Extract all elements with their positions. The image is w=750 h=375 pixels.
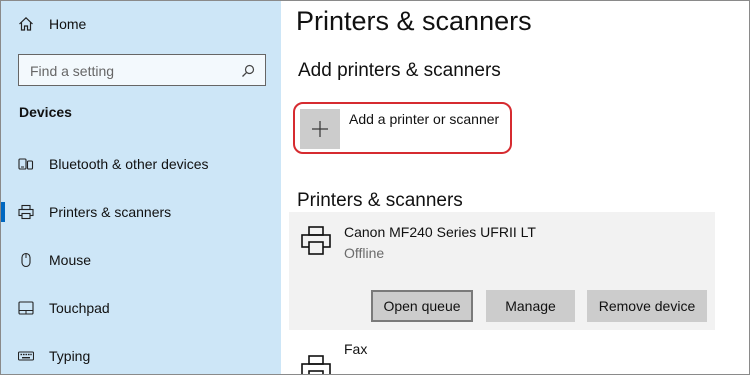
printer-status: Offline bbox=[344, 245, 385, 261]
printer-icon bbox=[18, 204, 34, 220]
sidebar-item-label: Printers & scanners bbox=[49, 204, 172, 220]
sidebar-item-home[interactable]: Home bbox=[1, 4, 281, 44]
printer-icon bbox=[299, 353, 333, 374]
printer-name: Fax bbox=[344, 341, 368, 357]
keyboard-icon bbox=[17, 348, 35, 364]
sidebar-item-label: Home bbox=[49, 16, 87, 32]
add-section-title: Add printers & scanners bbox=[298, 60, 501, 81]
printers-list-title: Printers & scanners bbox=[297, 190, 463, 211]
manage-button[interactable]: Manage bbox=[486, 290, 575, 322]
main-content: Printers & scanners Add printers & scann… bbox=[281, 1, 749, 374]
sidebar-item-printers[interactable]: Printers & scanners bbox=[1, 192, 281, 232]
mouse-icon bbox=[18, 252, 34, 268]
sidebar-item-bluetooth[interactable]: Bluetooth & other devices bbox=[1, 144, 281, 184]
add-tile bbox=[300, 109, 340, 149]
sidebar-item-label: Bluetooth & other devices bbox=[49, 156, 209, 172]
printer-item-fax[interactable]: Fax bbox=[289, 341, 715, 374]
sidebar-item-touchpad[interactable]: Touchpad bbox=[1, 288, 281, 328]
touchpad-icon bbox=[18, 300, 34, 316]
printer-item-canon[interactable]: Canon MF240 Series UFRII LT Offline Open… bbox=[289, 212, 715, 330]
sidebar-item-label: Mouse bbox=[49, 252, 92, 268]
remove-device-button[interactable]: Remove device bbox=[587, 290, 707, 322]
search-icon bbox=[241, 64, 255, 78]
sidebar-item-label: Typing bbox=[49, 348, 91, 364]
add-printer-button[interactable]: Add a printer or scanner bbox=[293, 102, 512, 154]
sidebar: Home Find a setting Devices Bluetooth & … bbox=[1, 1, 281, 374]
settings-window: Home Find a setting Devices Bluetooth & … bbox=[0, 0, 750, 375]
plus-icon bbox=[312, 121, 328, 137]
add-printer-label: Add a printer or scanner bbox=[349, 111, 500, 127]
bluetooth-devices-icon bbox=[18, 156, 34, 172]
section-label-devices: Devices bbox=[19, 104, 72, 120]
open-queue-button[interactable]: Open queue bbox=[371, 290, 473, 322]
home-icon bbox=[18, 16, 34, 32]
sidebar-item-typing[interactable]: Typing bbox=[1, 336, 281, 374]
printer-icon bbox=[299, 224, 333, 258]
printer-name: Canon MF240 Series UFRII LT bbox=[344, 224, 536, 240]
sidebar-item-label: Touchpad bbox=[49, 300, 110, 316]
sidebar-item-mouse[interactable]: Mouse bbox=[1, 240, 281, 280]
search-input[interactable]: Find a setting bbox=[18, 54, 266, 86]
search-placeholder: Find a setting bbox=[30, 63, 115, 79]
page-title: Printers & scanners bbox=[296, 6, 532, 36]
